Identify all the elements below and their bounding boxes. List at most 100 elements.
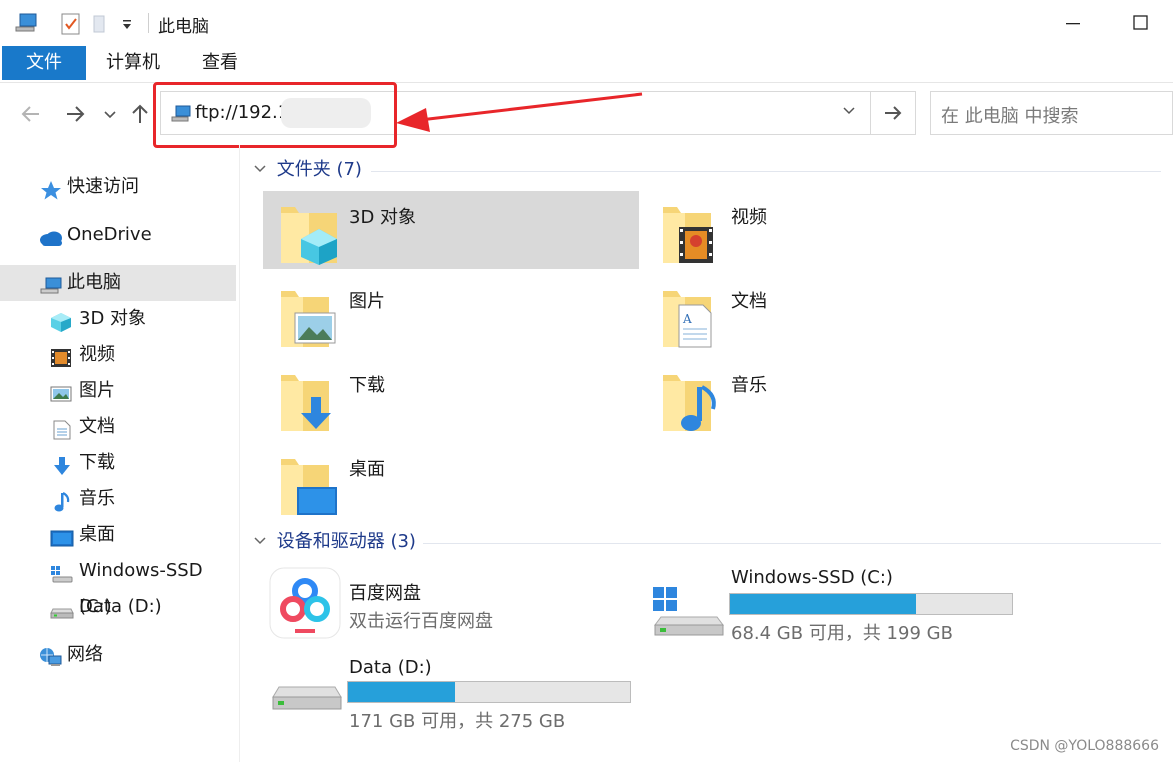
device-d-drive[interactable]: Data (D:) 171 GB 可用，共 275 GB <box>263 653 643 733</box>
watermark: CSDN @YOLO888666 <box>1010 738 1159 754</box>
sidebar-item-pictures[interactable]: 图片 <box>0 373 236 409</box>
windows-drive-icon <box>651 585 727 641</box>
address-highlight-box <box>153 82 397 148</box>
sidebar-item-label: 网络 <box>67 644 103 665</box>
maximize-icon[interactable] <box>1126 10 1156 36</box>
storage-usage-bar <box>729 593 1013 615</box>
sidebar-item-label: 下载 <box>79 452 115 473</box>
folder-desktop[interactable]: 桌面 <box>263 443 639 521</box>
sidebar-item-onedrive[interactable]: OneDrive <box>0 217 236 253</box>
cloud-icon <box>38 225 62 246</box>
sidebar-item-label: 视频 <box>79 344 115 365</box>
storage-usage-fill <box>348 682 456 702</box>
ribbon-tabs: 文件 计算机 查看 <box>0 46 1173 82</box>
sidebar-item-label: 桌面 <box>79 524 115 545</box>
folder-documents[interactable]: A 文档 <box>645 275 1021 353</box>
folder-label: 视频 <box>731 207 767 228</box>
group-title: 文件夹 (7) <box>276 159 362 180</box>
recent-locations-chevron-icon[interactable] <box>100 101 120 127</box>
sidebar-item-label: 图片 <box>79 380 115 401</box>
device-c-drive[interactable]: Windows-SSD (C:) 68.4 GB 可用，共 199 GB <box>645 565 1025 644</box>
music-folder-icon <box>661 367 725 435</box>
cube-folder-icon <box>279 199 343 267</box>
sidebar-item-3d-objects[interactable]: 3D 对象 <box>0 301 236 337</box>
properties-icon[interactable] <box>60 12 82 40</box>
sidebar-item-d-drive[interactable]: Data (D:) <box>0 589 236 625</box>
sidebar-item-quick-access[interactable]: 快速访问 <box>0 169 236 205</box>
back-arrow-icon[interactable] <box>18 101 44 127</box>
folders-group-header[interactable]: 文件夹 (7) <box>253 155 362 185</box>
baidu-netdisk-icon <box>269 567 341 643</box>
sidebar-item-label: 此电脑 <box>67 272 121 293</box>
group-divider <box>371 171 1161 172</box>
storage-usage-fill <box>730 594 917 614</box>
folder-videos[interactable]: 视频 <box>645 191 1021 269</box>
device-subtitle: 171 GB 可用，共 275 GB <box>349 711 566 732</box>
group-divider <box>423 543 1161 544</box>
sidebar-item-downloads[interactable]: 下载 <box>0 445 236 481</box>
svg-text:A: A <box>682 312 692 326</box>
folder-label: 桌面 <box>349 459 385 480</box>
collapse-chevron-icon[interactable] <box>253 156 271 186</box>
go-button[interactable] <box>871 91 916 135</box>
sidebar-item-label: 快速访问 <box>67 176 139 197</box>
minimize-icon[interactable] <box>1058 10 1088 36</box>
devices-group-header[interactable]: 设备和驱动器 (3) <box>253 527 416 557</box>
window-title: 此电脑 <box>158 17 209 37</box>
tab-computer[interactable]: 计算机 <box>84 46 182 80</box>
device-name: Data (D:) <box>349 657 432 678</box>
download-arrow-icon <box>52 453 74 475</box>
downloads-folder-icon <box>279 367 343 435</box>
sidebar-item-videos[interactable]: 视频 <box>0 337 236 373</box>
network-icon <box>38 645 62 666</box>
sidebar-item-music[interactable]: 音乐 <box>0 481 236 517</box>
picture-icon <box>50 381 72 402</box>
folder-label: 图片 <box>349 291 385 312</box>
sidebar-item-label: Data (D:) <box>79 596 162 617</box>
cube-icon <box>50 309 72 332</box>
storage-usage-bar <box>347 681 631 703</box>
title-bar: 此电脑 <box>0 0 1173 46</box>
collapse-chevron-icon[interactable] <box>253 528 271 558</box>
computer-icon <box>40 273 62 294</box>
sidebar-item-desktop[interactable]: 桌面 <box>0 517 236 553</box>
desktop-icon <box>50 525 74 547</box>
sidebar-item-c-drive[interactable]: Windows-SSD (C:) <box>0 553 236 617</box>
forward-arrow-icon[interactable] <box>62 101 88 127</box>
film-icon <box>50 345 72 367</box>
pictures-folder-icon <box>279 283 343 351</box>
up-arrow-icon[interactable] <box>128 101 152 127</box>
device-subtitle: 68.4 GB 可用，共 199 GB <box>731 623 953 644</box>
video-folder-icon <box>661 199 725 267</box>
device-subtitle: 双击运行百度网盘 <box>349 611 493 632</box>
folder-downloads[interactable]: 下载 <box>263 359 639 437</box>
device-baidu-netdisk[interactable]: 百度网盘 双击运行百度网盘 <box>263 565 603 641</box>
sidebar-item-label: 3D 对象 <box>79 308 147 329</box>
annotation-arrow <box>396 92 643 132</box>
drive-icon <box>269 681 345 725</box>
folder-label: 下载 <box>349 375 385 396</box>
device-name: 百度网盘 <box>349 583 421 604</box>
navigation-pane: 快速访问 OneDrive 此电脑 3D 对象 视频 图片 文档 下载 音乐 桌… <box>0 145 240 762</box>
device-name: Windows-SSD (C:) <box>731 567 893 588</box>
sidebar-item-documents[interactable]: 文档 <box>0 409 236 445</box>
tab-view[interactable]: 查看 <box>180 46 260 80</box>
folder-music[interactable]: 音乐 <box>645 359 1021 437</box>
sidebar-item-network[interactable]: 网络 <box>0 637 236 673</box>
new-folder-icon[interactable] <box>92 12 108 40</box>
star-icon <box>40 177 62 200</box>
folder-pictures[interactable]: 图片 <box>263 275 639 353</box>
documents-folder-icon: A <box>661 283 725 351</box>
search-input[interactable]: 在 此电脑 中搜索 <box>930 91 1173 135</box>
sidebar-item-label: OneDrive <box>67 224 152 245</box>
tab-file[interactable]: 文件 <box>2 46 86 80</box>
folder-3d-objects[interactable]: 3D 对象 <box>263 191 639 269</box>
computer-icon[interactable] <box>14 12 38 38</box>
folder-label: 音乐 <box>731 375 767 396</box>
customize-dropdown-icon[interactable] <box>121 16 133 35</box>
folder-label: 文档 <box>731 291 767 312</box>
sidebar-item-this-pc[interactable]: 此电脑 <box>0 265 236 301</box>
sidebar-item-label: 文档 <box>79 416 115 437</box>
address-dropdown-icon[interactable] <box>842 102 856 121</box>
toolbar-divider <box>148 13 149 33</box>
